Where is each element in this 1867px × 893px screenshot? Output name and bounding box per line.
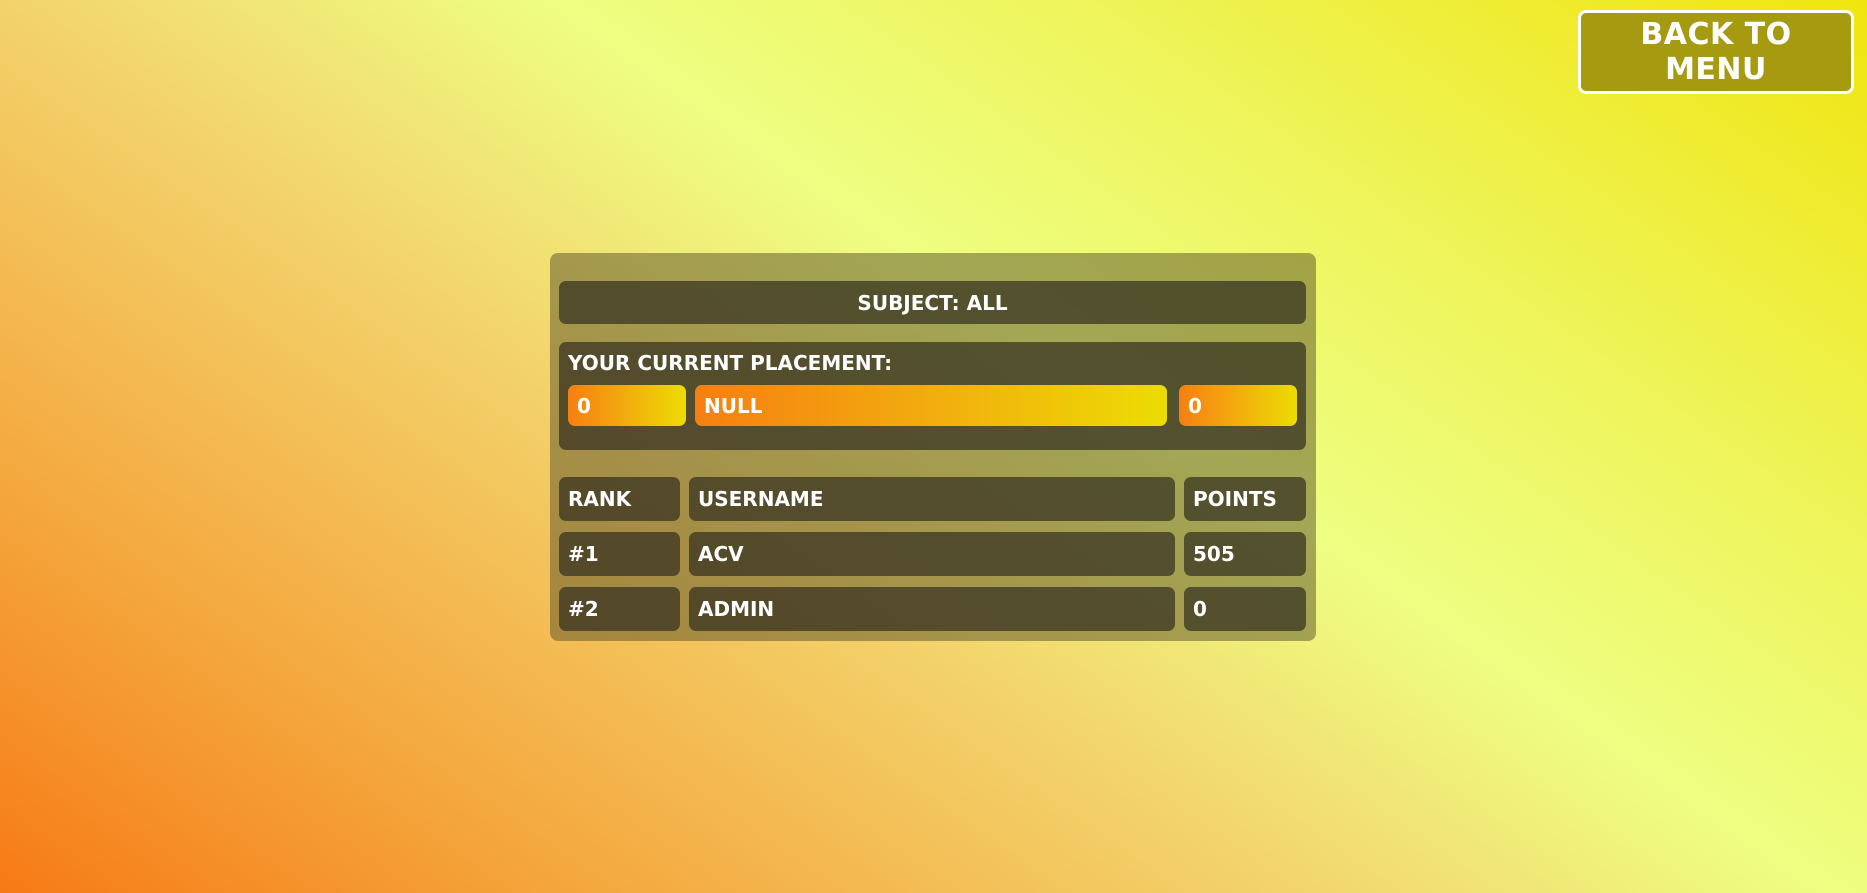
column-header-username: USERNAME bbox=[689, 477, 1175, 521]
subject-label: SUBJECT: ALL bbox=[559, 281, 1306, 324]
row-points: 0 bbox=[1184, 587, 1306, 631]
placement-points: 0 bbox=[1179, 385, 1297, 426]
back-to-menu-button[interactable]: BACK TO MENU bbox=[1578, 10, 1854, 94]
row-username: ADMIN bbox=[689, 587, 1175, 631]
current-placement-panel: YOUR CURRENT PLACEMENT: 0 NULL 0 bbox=[559, 342, 1306, 450]
placement-title: YOUR CURRENT PLACEMENT: bbox=[568, 351, 893, 375]
placement-rank: 0 bbox=[568, 385, 686, 426]
row-rank: #2 bbox=[559, 587, 680, 631]
leaderboard-panel: SUBJECT: ALL YOUR CURRENT PLACEMENT: 0 N… bbox=[550, 253, 1316, 641]
row-username: ACV bbox=[689, 532, 1175, 576]
row-points: 505 bbox=[1184, 532, 1306, 576]
column-header-rank: RANK bbox=[559, 477, 680, 521]
column-header-points: POINTS bbox=[1184, 477, 1306, 521]
row-rank: #1 bbox=[559, 532, 680, 576]
placement-username: NULL bbox=[695, 385, 1167, 426]
